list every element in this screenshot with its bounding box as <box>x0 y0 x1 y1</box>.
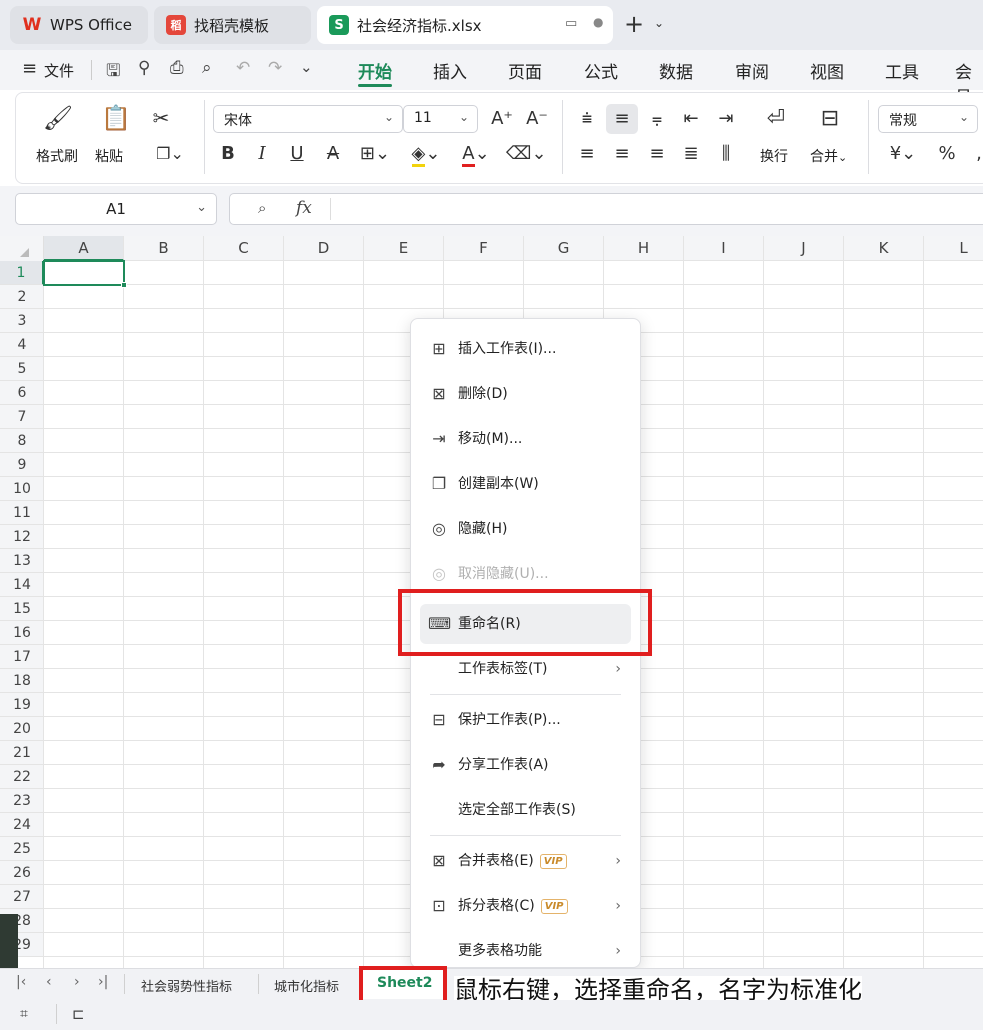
divider <box>56 1004 57 1024</box>
menu-item-text: 移动(M)... <box>458 431 523 447</box>
menu-item-label: 移动(M)... <box>458 429 522 449</box>
first-sheet-icon[interactable]: |‹ <box>16 974 26 990</box>
copy-sheet-icon: ❐ <box>431 474 447 493</box>
menu-separator <box>430 694 621 695</box>
chevron-right-icon: › <box>615 661 621 677</box>
fill-handle[interactable] <box>121 282 127 288</box>
menu-item-text: 分享工作表(A) <box>458 757 549 773</box>
menu-item-text: 选定全部工作表(S) <box>458 802 576 818</box>
menu-item-2[interactable]: ⇥ 移动(M)... <box>410 419 641 459</box>
menu-item-text: 合并表格(E) <box>458 853 534 869</box>
menu-item-label: 分享工作表(A) <box>458 755 549 775</box>
menu-item-label: 删除(D) <box>458 384 508 404</box>
unhide-icon: ◎ <box>432 564 446 583</box>
highlight-box-sheet2 <box>359 966 447 1004</box>
hide-icon: ◎ <box>432 519 446 538</box>
menu-item-text: 插入工作表(I)... <box>458 341 557 357</box>
sheet-tab-vulnerability[interactable]: 社会弱势性指标 <box>141 976 232 995</box>
chevron-right-icon: › <box>615 943 621 959</box>
menu-item-text: 创建副本(W) <box>458 476 539 492</box>
split-tables-icon: ⊡ <box>432 896 446 915</box>
menu-separator <box>430 835 621 836</box>
chevron-right-icon: › <box>615 853 621 869</box>
sheet-tab-urbanization[interactable]: 城市化指标 <box>274 976 339 995</box>
menu-item-text: 工作表标签(T) <box>458 661 548 677</box>
menu-item-text: 取消隐藏(U)... <box>458 566 549 582</box>
menu-item-text: 隐藏(H) <box>458 521 508 537</box>
menu-item-label: 拆分表格(C) VIP <box>458 896 568 916</box>
sidebar-toggle-icon[interactable]: ⊏ <box>72 1005 85 1023</box>
active-cell-a1[interactable] <box>43 260 125 286</box>
insert-sheet-icon: ⊞ <box>432 339 446 358</box>
menu-item-text: 删除(D) <box>458 386 508 402</box>
menu-item-3[interactable]: ❐ 创建副本(W) <box>410 464 641 504</box>
menu-item-11[interactable]: ⊠ 合并表格(E) VIP › <box>410 841 641 881</box>
prev-sheet-icon[interactable]: ‹ <box>46 974 52 990</box>
menu-item-label: 插入工作表(I)... <box>458 339 556 359</box>
merge-tables-icon: ⊠ <box>432 851 446 870</box>
menu-item-12[interactable]: ⊡ 拆分表格(C) VIP › <box>410 886 641 926</box>
menu-item-0[interactable]: ⊞ 插入工作表(I)... <box>410 329 641 369</box>
menu-item-9[interactable]: ➦ 分享工作表(A) <box>410 745 641 785</box>
menu-item-5: ◎ 取消隐藏(U)... <box>410 554 641 594</box>
menu-item-label: 隐藏(H) <box>458 519 507 539</box>
menu-item-text: 保护工作表(P)... <box>458 712 561 728</box>
menu-item-text: 拆分表格(C) <box>458 898 535 914</box>
menu-item-label: 选定全部工作表(S) <box>458 800 576 820</box>
chevron-right-icon: › <box>615 898 621 914</box>
status-bar <box>0 1000 983 1030</box>
delete-sheet-icon: ⊠ <box>432 384 446 403</box>
menu-item-4[interactable]: ◎ 隐藏(H) <box>410 509 641 549</box>
menu-item-label: 合并表格(E) VIP <box>458 851 567 871</box>
menu-item-label: 工作表标签(T) <box>458 659 547 679</box>
highlight-box-rename <box>398 589 652 656</box>
menu-item-label: 创建副本(W) <box>458 474 539 494</box>
menu-item-8[interactable]: ⊟ 保护工作表(P)... <box>410 700 641 740</box>
vip-badge: VIP <box>540 898 568 914</box>
divider <box>124 974 125 994</box>
side-panel-handle[interactable] <box>0 914 18 968</box>
menu-item-10[interactable]: 选定全部工作表(S) <box>410 790 641 830</box>
macro-icon[interactable]: ⌗ <box>20 1006 28 1022</box>
protect-sheet-icon: ⊟ <box>432 710 446 729</box>
share-icon: ➦ <box>432 755 446 774</box>
menu-item-text: 更多表格功能 <box>458 943 542 959</box>
menu-item-13[interactable]: 更多表格功能 › <box>410 931 641 971</box>
divider <box>258 974 259 994</box>
move-sheet-icon: ⇥ <box>432 429 446 448</box>
menu-item-label: 取消隐藏(U)... <box>458 564 549 584</box>
last-sheet-icon[interactable]: ›| <box>98 974 108 990</box>
next-sheet-icon[interactable]: › <box>74 974 80 990</box>
menu-item-label: 保护工作表(P)... <box>458 710 561 730</box>
menu-item-label: 更多表格功能 <box>458 941 542 961</box>
menu-item-1[interactable]: ⊠ 删除(D) <box>410 374 641 414</box>
vip-badge: VIP <box>539 853 567 869</box>
